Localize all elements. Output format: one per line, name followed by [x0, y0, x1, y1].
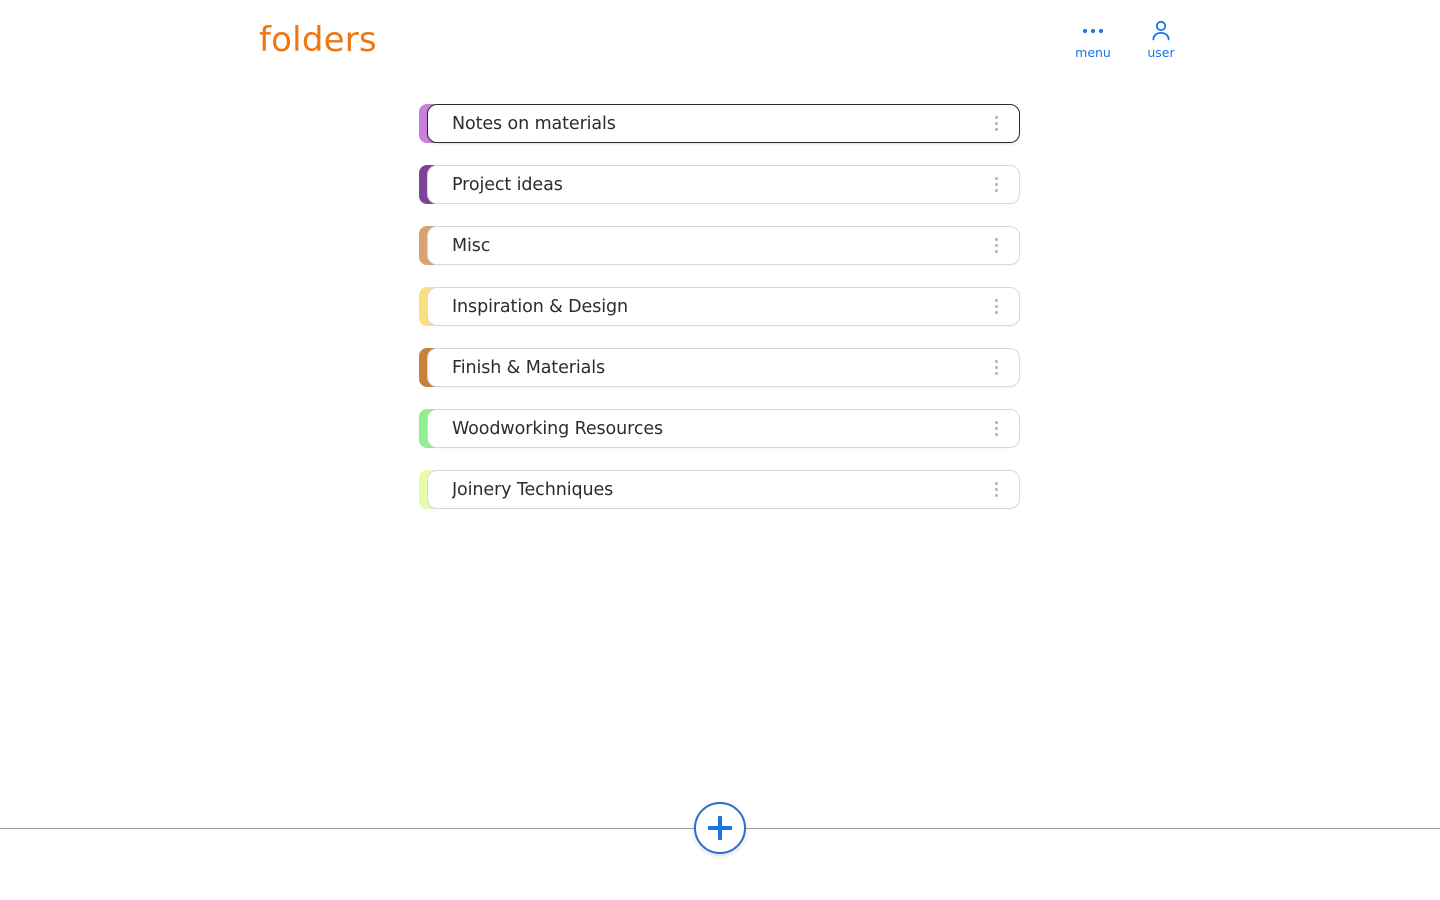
- more-vertical-icon-dot: [994, 122, 998, 125]
- folder-card[interactable]: Project ideas: [427, 165, 1020, 204]
- more-vertical-icon-dot: [994, 366, 998, 369]
- user-account-icon: [1150, 18, 1172, 44]
- more-vertical-icon-dot: [994, 494, 998, 497]
- user-button-label: user: [1147, 45, 1175, 60]
- more-vertical-icon-dot: [994, 372, 998, 375]
- more-vertical-icon-dot: [994, 488, 998, 491]
- more-vertical-icon-dot: [994, 421, 998, 424]
- more-vertical-icon-dot: [994, 311, 998, 314]
- more-vertical-icon-dot: [994, 299, 998, 302]
- folder-list: Notes on materials Project ideas Misc Inspi…: [419, 104, 1020, 509]
- folder-card[interactable]: Inspiration & Design: [427, 287, 1020, 326]
- folder-row[interactable]: Joinery Techniques: [419, 470, 1020, 509]
- folder-card[interactable]: Woodworking Resources: [427, 409, 1020, 448]
- more-vertical-icon-dot: [994, 427, 998, 430]
- more-vertical-icon-dot: [994, 238, 998, 241]
- app-header: folders menu user: [0, 0, 1440, 80]
- folder-name: Woodworking Resources: [452, 418, 664, 439]
- more-vertical-icon-dot: [994, 128, 998, 131]
- more-vertical-icon-dot: [994, 116, 998, 119]
- folder-row[interactable]: Project ideas: [419, 165, 1020, 204]
- folder-options-button[interactable]: [985, 415, 1007, 443]
- more-vertical-icon-dot: [994, 189, 998, 192]
- user-button[interactable]: user: [1140, 18, 1182, 60]
- plus-icon-vertical: [718, 816, 722, 840]
- app-root: folders menu user Notes on materials Pro…: [0, 0, 1440, 900]
- more-vertical-icon-dot: [994, 433, 998, 436]
- folder-name: Misc: [452, 235, 491, 256]
- menu-button-label: menu: [1075, 45, 1111, 60]
- folder-options-button[interactable]: [985, 476, 1007, 504]
- folder-row[interactable]: Woodworking Resources: [419, 409, 1020, 448]
- folder-row[interactable]: Inspiration & Design: [419, 287, 1020, 326]
- more-vertical-icon-dot: [994, 360, 998, 363]
- folder-options-button[interactable]: [985, 171, 1007, 199]
- folder-name: Project ideas: [452, 174, 563, 195]
- folder-name: Inspiration & Design: [452, 296, 628, 317]
- more-vertical-icon-dot: [994, 183, 998, 186]
- more-vertical-icon-dot: [994, 250, 998, 253]
- folder-name: Finish & Materials: [452, 357, 605, 378]
- folder-options-button[interactable]: [985, 293, 1007, 321]
- folder-options-button[interactable]: [985, 110, 1007, 138]
- folder-row[interactable]: Finish & Materials: [419, 348, 1020, 387]
- folder-card[interactable]: Notes on materials: [427, 104, 1020, 143]
- header-actions: menu user: [1072, 18, 1182, 60]
- folder-row[interactable]: Notes on materials: [419, 104, 1020, 143]
- menu-button[interactable]: menu: [1072, 18, 1114, 60]
- more-vertical-icon-dot: [994, 305, 998, 308]
- more-vertical-icon-dot: [994, 482, 998, 485]
- folder-card[interactable]: Misc: [427, 226, 1020, 265]
- more-horizontal-icon: [1082, 18, 1104, 44]
- folder-options-button[interactable]: [985, 232, 1007, 260]
- folder-name: Notes on materials: [452, 113, 616, 134]
- add-folder-button[interactable]: [694, 802, 746, 854]
- folder-options-button[interactable]: [985, 354, 1007, 382]
- folder-card[interactable]: Finish & Materials: [427, 348, 1020, 387]
- folder-row[interactable]: Misc: [419, 226, 1020, 265]
- folder-card[interactable]: Joinery Techniques: [427, 470, 1020, 509]
- more-vertical-icon-dot: [994, 244, 998, 247]
- folder-name: Joinery Techniques: [452, 479, 614, 500]
- more-vertical-icon-dot: [994, 177, 998, 180]
- app-title: folders: [259, 20, 377, 60]
